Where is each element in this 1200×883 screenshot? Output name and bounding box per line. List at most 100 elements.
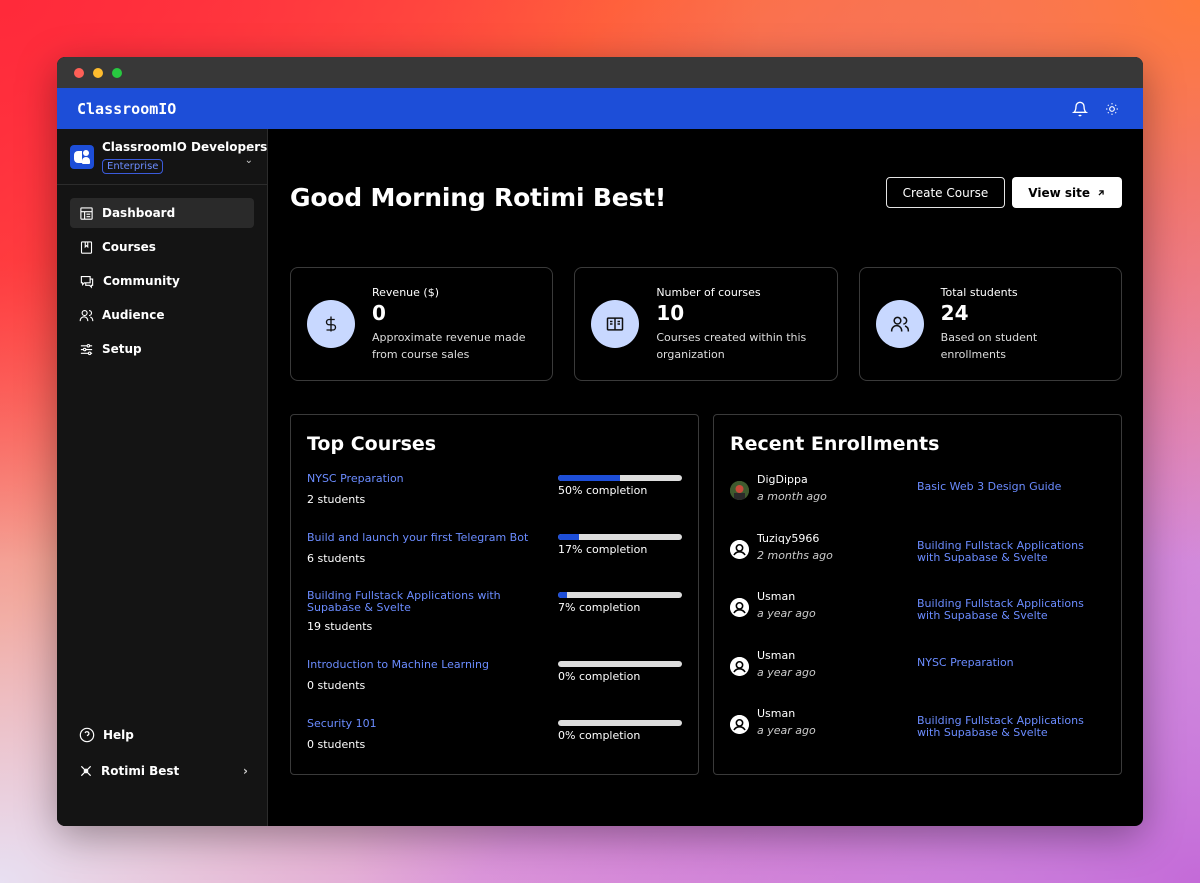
stat-value: 10	[656, 300, 685, 325]
dashboard-main: Good Morning Rotimi Best! Create Course …	[268, 129, 1143, 826]
sidebar-item-label: Setup	[102, 342, 142, 356]
sidebar-item-label: Community	[103, 274, 180, 288]
dashboard-icon	[80, 206, 93, 220]
org-switcher[interactable]: ClassroomIO Developers Enterprise ⌃ ⌄	[57, 129, 267, 185]
bell-icon[interactable]	[1071, 100, 1089, 118]
help-circle-icon	[79, 727, 95, 743]
enrolled-time: a year ago	[757, 665, 816, 679]
course-link[interactable]: Building Fullstack Applications with Sup…	[307, 590, 532, 614]
sidebar-item-setup[interactable]: Setup	[70, 334, 254, 364]
enrollee-name: Usman	[757, 707, 796, 720]
enrolled-time: a year ago	[757, 724, 816, 737]
users-icon	[875, 300, 924, 348]
maximize-window-button[interactable]	[112, 67, 122, 78]
dollar-icon	[307, 300, 355, 348]
help-link[interactable]: Help	[70, 720, 254, 750]
external-link-icon	[1098, 189, 1104, 196]
top-courses-panel: Top Courses NYSC Preparation 2 students …	[290, 414, 699, 775]
course-link[interactable]: Building Fullstack Applications with Sup…	[917, 715, 1092, 739]
completion-text: 7% completion	[558, 601, 641, 614]
chevron-up-down-icon[interactable]: ⌃ ⌄	[245, 149, 253, 166]
enrollee-name: Tuziqy5966	[757, 531, 820, 545]
sliders-icon	[80, 343, 93, 355]
close-window-button[interactable]	[74, 67, 84, 78]
minimize-window-button[interactable]	[93, 67, 103, 78]
app-brand[interactable]: ClassroomIO	[77, 100, 176, 118]
course-link[interactable]: Security 101	[307, 717, 532, 730]
sidebar-item-label: Courses	[102, 240, 156, 254]
open-book-icon	[591, 300, 640, 348]
stat-description: Courses created within this organization	[656, 330, 807, 361]
org-name: ClassroomIO Developers	[102, 139, 268, 154]
org-logo	[70, 144, 94, 169]
user-avatar-icon	[730, 715, 749, 734]
panel-title: Recent Enrollments	[730, 433, 940, 455]
sidebar-item-label: Dashboard	[102, 206, 176, 220]
enrollee-name: Usman	[757, 590, 796, 603]
completion-progress-bar	[558, 592, 682, 598]
sidebar-item-courses[interactable]: Courses	[70, 232, 254, 262]
completion-text: 0% completion	[558, 670, 641, 683]
sidebar-nav: Dashboard Courses Community Audience Set…	[57, 185, 267, 364]
completion-text: 17% completion	[558, 542, 648, 556]
recent-enrollments-panel: Recent Enrollments DigDippa a month ago …	[713, 414, 1122, 775]
user-name: Rotimi Best	[101, 764, 180, 778]
stat-card-courses: Number of courses 10 Courses created wit…	[574, 267, 838, 381]
list-item: Build and launch your first Telegram Bot…	[307, 531, 682, 591]
page-title: Good Morning Rotimi Best!	[290, 183, 667, 212]
list-item: Introduction to Machine Learning 0 stude…	[307, 659, 682, 718]
user-avatar-icon	[730, 656, 749, 676]
book-icon	[80, 240, 93, 254]
course-link[interactable]: Building Fullstack Applications with Sup…	[917, 598, 1092, 622]
user-avatar-icon	[730, 598, 749, 617]
list-item: Usman a year ago Building Fullstack Appl…	[730, 707, 1105, 766]
sidebar: ClassroomIO Developers Enterprise ⌃ ⌄ Das…	[57, 129, 268, 826]
list-item: Tuziqy5966 2 months ago Building Fullsta…	[730, 532, 1105, 591]
list-item: Usman a year ago NYSC Preparation	[730, 649, 1105, 708]
enrolled-time: a year ago	[757, 607, 816, 620]
window-titlebar	[57, 57, 1143, 88]
student-count: 2 students	[307, 493, 366, 506]
completion-progress-bar	[558, 661, 682, 667]
app-header: ClassroomIO	[57, 88, 1143, 129]
view-site-button[interactable]: View site	[1012, 177, 1122, 208]
stat-card-students: Total students 24 Based on student enrol…	[858, 267, 1122, 381]
chevron-right-icon: ›	[243, 764, 248, 778]
sidebar-item-label: Audience	[102, 308, 165, 322]
student-count: 0 students	[307, 679, 366, 692]
completion-progress-bar	[558, 719, 682, 726]
sidebar-item-audience[interactable]: Audience	[70, 300, 254, 330]
course-link[interactable]: Building Fullstack Applications with Sup…	[917, 539, 1092, 564]
sun-icon[interactable]	[1103, 100, 1121, 118]
stat-value: 24	[940, 300, 969, 325]
stat-label: Revenue ($)	[372, 285, 439, 299]
stat-description: Based on student enrollments	[940, 330, 1038, 361]
stat-value: 0	[372, 300, 386, 325]
enrollee-name: DigDippa	[757, 473, 808, 486]
panel-title: Top Courses	[307, 433, 437, 455]
stat-label: Number of courses	[656, 285, 761, 299]
course-link[interactable]: Basic Web 3 Design Guide	[917, 481, 1092, 493]
user-avatar-icon	[730, 539, 749, 559]
help-label: Help	[103, 728, 134, 742]
create-course-button[interactable]: Create Course	[885, 177, 1006, 208]
stat-card-revenue: Revenue ($) 0 Approximate revenue made f…	[290, 267, 554, 381]
sidebar-item-community[interactable]: Community	[70, 266, 254, 296]
user-menu[interactable]: Rotimi Best ›	[70, 756, 254, 786]
stat-label: Total students	[940, 285, 1018, 299]
completion-text: 50% completion	[558, 484, 648, 497]
plan-badge: Enterprise	[102, 158, 164, 174]
browser-window: ClassroomIO ClassroomIO Developers Enter…	[57, 57, 1143, 826]
view-site-label: View site	[1028, 185, 1090, 200]
sidebar-item-dashboard[interactable]: Dashboard	[70, 198, 254, 228]
course-link[interactable]: Build and launch your first Telegram Bot	[307, 531, 532, 544]
course-link[interactable]: NYSC Preparation	[307, 473, 532, 485]
list-item: Building Fullstack Applications with Sup…	[307, 590, 682, 659]
list-item: Security 101 0 students 0% completion	[307, 717, 682, 777]
completion-progress-bar	[558, 475, 682, 481]
course-link[interactable]: NYSC Preparation	[917, 656, 1092, 669]
student-count: 6 students	[307, 551, 366, 565]
course-link[interactable]: Introduction to Machine Learning	[307, 659, 532, 671]
avatar	[730, 481, 749, 500]
stats-row: Revenue ($) 0 Approximate revenue made f…	[290, 267, 1122, 381]
